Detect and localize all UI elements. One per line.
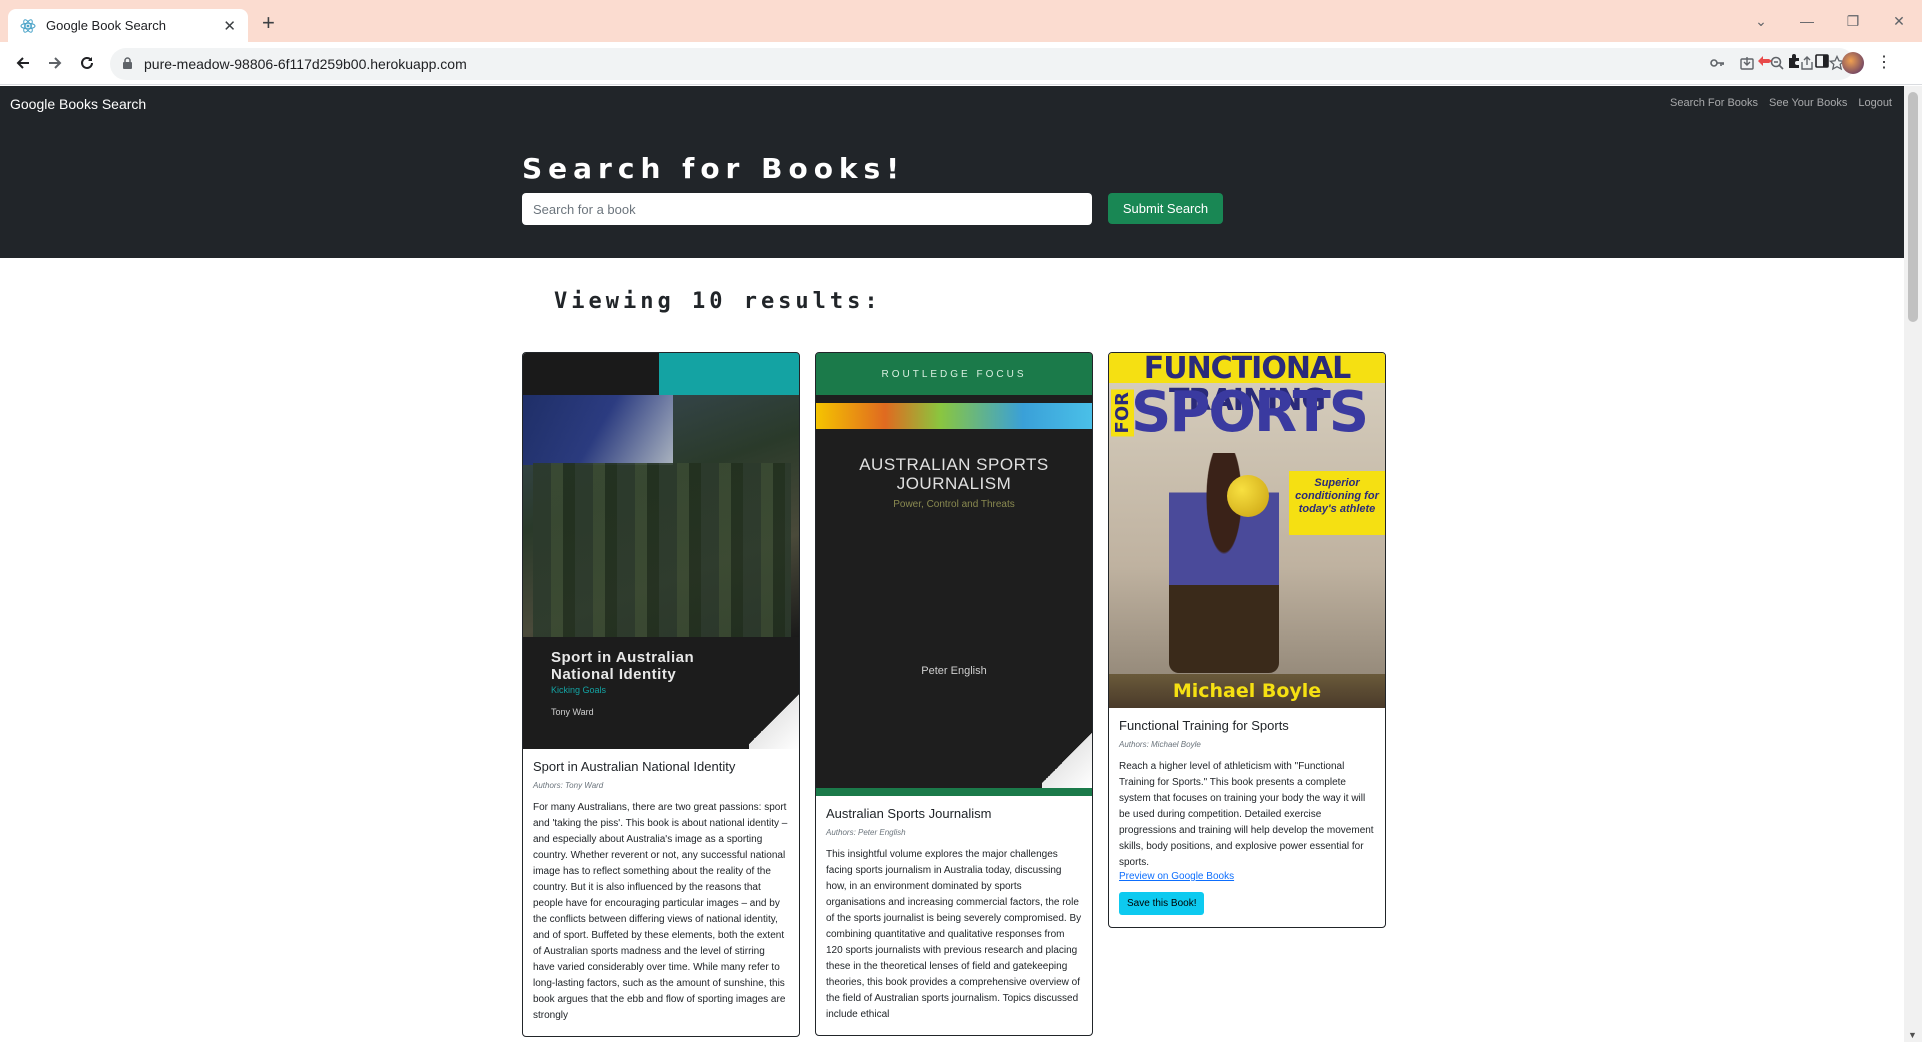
save-book-button[interactable]: Save this Book! bbox=[1119, 892, 1205, 915]
cover-author: Tony Ward bbox=[551, 707, 594, 717]
book-title: Sport in Australian National Identity bbox=[533, 759, 736, 774]
cover-title: Sport in Australian National Identity bbox=[551, 649, 695, 683]
reload-icon[interactable] bbox=[76, 52, 98, 74]
close-window-icon[interactable]: ✕ bbox=[1876, 13, 1922, 30]
new-tab-icon[interactable]: + bbox=[262, 12, 275, 34]
extension-red-icon[interactable] bbox=[1756, 53, 1774, 74]
navbar: Google Books Search Search For Books See… bbox=[0, 86, 1904, 258]
lock-icon[interactable] bbox=[122, 57, 133, 75]
book-cover-image: Sport in Australian National Identity Kic… bbox=[523, 353, 799, 749]
tab-search-icon[interactable]: ⌄ bbox=[1738, 13, 1784, 30]
restore-icon[interactable]: ❐ bbox=[1830, 13, 1876, 30]
cover-title-sports: SPORTS bbox=[1131, 380, 1369, 445]
nav-link-search-books[interactable]: Search For Books bbox=[1670, 97, 1758, 109]
submit-search-button[interactable]: Submit Search bbox=[1108, 193, 1223, 224]
navbar-brand[interactable]: Google Books Search bbox=[10, 96, 146, 112]
book-authors: Authors: Peter English bbox=[826, 828, 906, 837]
book-title: Functional Training for Sports bbox=[1119, 718, 1289, 733]
book-cover-image: ROUTLEDGE FOCUS AUSTRALIAN SPORTS JOURNAL… bbox=[816, 353, 1092, 796]
profile-avatar[interactable] bbox=[1842, 52, 1864, 74]
book-card: Sport in Australian National Identity Kic… bbox=[522, 352, 800, 1037]
forward-icon[interactable] bbox=[44, 52, 66, 74]
address-bar[interactable]: pure-meadow-98806-6f117d259b00.herokuapp… bbox=[110, 48, 1855, 80]
window-controls: ⌄ — ❐ ✕ bbox=[1738, 0, 1922, 42]
book-card: ROUTLEDGE FOCUS AUSTRALIAN SPORTS JOURNAL… bbox=[815, 352, 1093, 1036]
book-description: This insightful volume explores the majo… bbox=[826, 849, 1082, 1020]
browser-toolbar: pure-meadow-98806-6f117d259b00.herokuapp… bbox=[0, 42, 1922, 85]
key-icon[interactable] bbox=[1709, 55, 1725, 76]
page-title: Search for Books! bbox=[522, 152, 905, 185]
extension-icons: ⋮ bbox=[1756, 52, 1892, 74]
book-cover-image: FUNCTIONAL TRAINING FOR SPORTS Superior … bbox=[1109, 353, 1385, 708]
book-card: FUNCTIONAL TRAINING FOR SPORTS Superior … bbox=[1108, 352, 1386, 928]
install-icon[interactable] bbox=[1739, 55, 1755, 76]
book-title: Australian Sports Journalism bbox=[826, 806, 992, 821]
react-icon bbox=[20, 18, 36, 34]
cover-title: AUSTRALIAN SPORTS JOURNALISM bbox=[859, 455, 1049, 493]
cover-author: Michael Boyle bbox=[1172, 680, 1322, 702]
book-authors: Authors: Michael Boyle bbox=[1119, 740, 1201, 749]
tab-title: Google Book Search bbox=[46, 18, 166, 33]
browser-tabstrip: Google Book Search ✕ + ⌄ — ❐ ✕ bbox=[0, 0, 1922, 42]
url-text[interactable]: pure-meadow-98806-6f117d259b00.herokuapp… bbox=[144, 56, 467, 72]
cover-author: Peter English bbox=[921, 665, 987, 677]
nav-link-see-your-books[interactable]: See Your Books bbox=[1769, 97, 1847, 109]
cover-subtitle: Power, Control and Threats bbox=[893, 499, 1015, 510]
book-description: For many Australians, there are two grea… bbox=[533, 802, 788, 1021]
cover-series: ROUTLEDGE FOCUS bbox=[881, 369, 1027, 380]
browser-tab[interactable]: Google Book Search ✕ bbox=[8, 9, 248, 42]
scroll-down-icon[interactable]: ▼ bbox=[1908, 1030, 1917, 1040]
menu-icon[interactable]: ⋮ bbox=[1876, 55, 1892, 71]
page-scrollbar[interactable]: ▼ bbox=[1904, 86, 1922, 1042]
nav-link-logout[interactable]: Logout bbox=[1858, 97, 1892, 109]
book-authors: Authors: Tony Ward bbox=[533, 781, 604, 790]
nav-links: Search For Books See Your Books Logout bbox=[1670, 97, 1892, 109]
search-input[interactable] bbox=[522, 193, 1092, 225]
sidepanel-icon[interactable] bbox=[1814, 53, 1830, 74]
cover-tagline: Superior conditioning for today's athlet… bbox=[1289, 471, 1385, 535]
book-description: Reach a higher level of athleticism with… bbox=[1119, 761, 1374, 868]
preview-link[interactable]: Preview on Google Books bbox=[1119, 871, 1375, 882]
close-tab-icon[interactable]: ✕ bbox=[223, 17, 236, 35]
back-icon[interactable] bbox=[12, 52, 34, 74]
results-heading: Viewing 10 results: bbox=[554, 289, 882, 314]
scrollbar-thumb[interactable] bbox=[1908, 92, 1918, 322]
cover-subtitle: Kicking Goals bbox=[551, 685, 607, 695]
minimize-icon[interactable]: — bbox=[1784, 13, 1830, 29]
app-viewport: Google Books Search Search For Books See… bbox=[0, 86, 1904, 1042]
puzzle-icon[interactable] bbox=[1786, 53, 1802, 74]
